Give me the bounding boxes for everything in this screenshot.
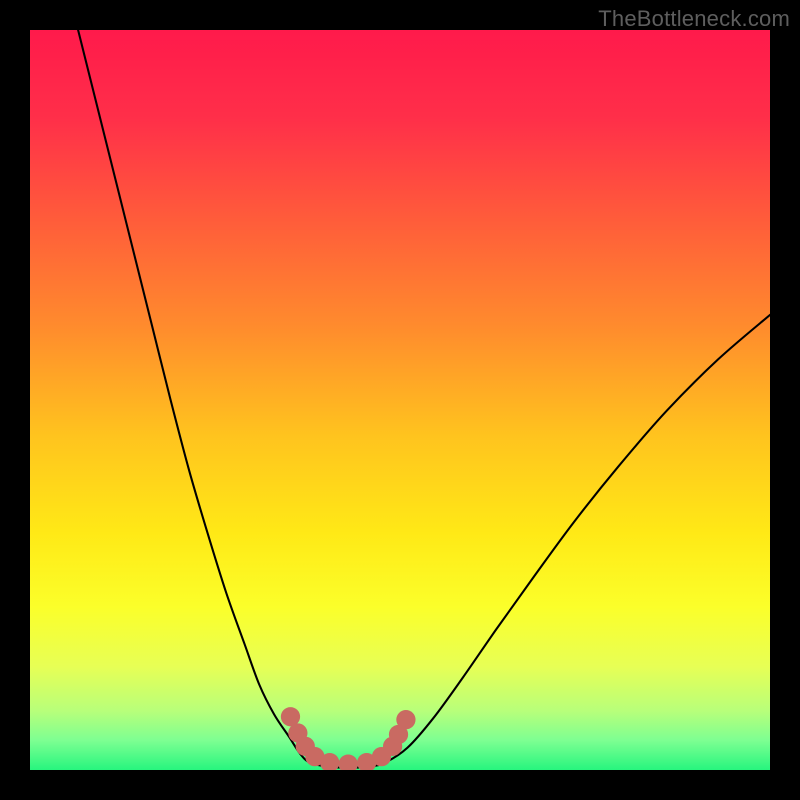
chart-frame: TheBottleneck.com [0, 0, 800, 800]
bottleneck-chart [30, 30, 770, 770]
plot-background [30, 30, 770, 770]
watermark-text: TheBottleneck.com [598, 6, 790, 32]
highlight-dot [396, 710, 415, 729]
